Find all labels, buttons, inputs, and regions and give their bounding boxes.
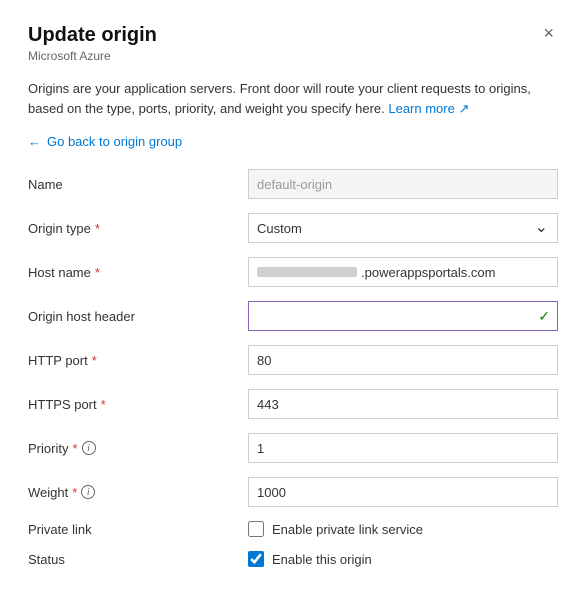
weight-label: Weight * i <box>28 485 248 500</box>
description: Origins are your application servers. Fr… <box>28 79 558 118</box>
priority-input[interactable] <box>248 433 558 463</box>
close-button[interactable]: × <box>539 24 558 42</box>
panel-header: Update origin Microsoft Azure × <box>28 24 558 75</box>
weight-control <box>248 477 558 507</box>
check-icon: ✓ <box>538 308 550 325</box>
origin-type-control: Custom Storage Cloud service Web App <box>248 213 558 243</box>
priority-label: Priority * i <box>28 441 248 456</box>
private-link-label: Private link <box>28 522 248 537</box>
update-origin-panel: Update origin Microsoft Azure × Origins … <box>0 0 586 613</box>
weight-row: Weight * i <box>28 477 558 507</box>
status-label: Status <box>28 552 248 567</box>
hostname-suffix: .powerappsportals.com <box>361 265 495 280</box>
external-link-icon: ↗ <box>458 101 469 116</box>
priority-row: Priority * i <box>28 433 558 463</box>
origin-host-header-wrap: ✓ <box>248 301 558 331</box>
weight-required-marker: * <box>72 485 77 500</box>
name-row: Name <box>28 169 558 199</box>
host-name-row: Host name * .powerappsportals.com <box>28 257 558 287</box>
status-checkbox-label[interactable]: Enable this origin <box>272 552 372 567</box>
https-port-input[interactable] <box>248 389 558 419</box>
origin-type-row: Origin type * Custom Storage Cloud servi… <box>28 213 558 243</box>
http-port-input[interactable] <box>248 345 558 375</box>
status-control: Enable this origin <box>248 551 558 567</box>
name-label: Name <box>28 177 248 192</box>
private-link-control: Enable private link service <box>248 521 558 537</box>
back-arrow-icon: ← <box>28 134 41 149</box>
priority-control <box>248 433 558 463</box>
priority-info-icon[interactable]: i <box>82 441 96 455</box>
panel-title: Update origin <box>28 24 157 47</box>
origin-host-header-label: Origin host header <box>28 309 248 324</box>
host-name-required-marker: * <box>95 265 100 280</box>
private-link-checkbox-label[interactable]: Enable private link service <box>272 522 423 537</box>
https-port-label: HTTPS port * <box>28 397 248 412</box>
panel-subtitle: Microsoft Azure <box>28 49 157 63</box>
origin-type-select-wrap: Custom Storage Cloud service Web App <box>248 213 558 243</box>
origin-host-header-row: Origin host header ✓ <box>28 301 558 331</box>
name-input <box>248 169 558 199</box>
status-row: Status Enable this origin <box>28 551 558 567</box>
http-port-control <box>248 345 558 375</box>
https-port-row: HTTPS port * <box>28 389 558 419</box>
private-link-row: Private link Enable private link service <box>28 521 558 537</box>
host-name-control: .powerappsportals.com <box>248 257 558 287</box>
https-port-required-marker: * <box>101 397 106 412</box>
status-checkbox-row: Enable this origin <box>248 551 558 567</box>
host-name-label: Host name * <box>28 265 248 280</box>
weight-info-icon[interactable]: i <box>81 485 95 499</box>
name-control <box>248 169 558 199</box>
private-link-checkbox-row: Enable private link service <box>248 521 558 537</box>
origin-type-required-marker: * <box>95 221 100 236</box>
back-to-origin-group-link[interactable]: ← Go back to origin group <box>28 134 558 149</box>
origin-type-label: Origin type * <box>28 221 248 236</box>
weight-input[interactable] <box>248 477 558 507</box>
priority-required-marker: * <box>72 441 77 456</box>
https-port-control <box>248 389 558 419</box>
origin-host-header-input[interactable] <box>248 301 558 331</box>
origin-type-select[interactable]: Custom Storage Cloud service Web App <box>248 213 558 243</box>
panel-title-block: Update origin Microsoft Azure <box>28 24 157 75</box>
host-name-display: .powerappsportals.com <box>248 257 558 287</box>
origin-host-header-control: ✓ <box>248 301 558 331</box>
http-port-row: HTTP port * <box>28 345 558 375</box>
http-port-required-marker: * <box>92 353 97 368</box>
private-link-checkbox[interactable] <box>248 521 264 537</box>
learn-more-link[interactable]: Learn more ↗ <box>388 101 469 116</box>
status-checkbox[interactable] <box>248 551 264 567</box>
http-port-label: HTTP port * <box>28 353 248 368</box>
hostname-blur-placeholder <box>257 267 357 277</box>
